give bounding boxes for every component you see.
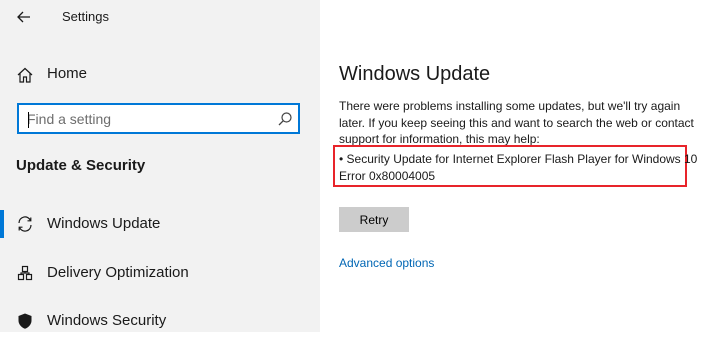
message-line: later. If you keep seeing this and want …	[339, 115, 694, 130]
page-title: Windows Update	[339, 63, 491, 85]
app-title: Settings	[62, 9, 109, 24]
sidebar-item-delivery-optimization[interactable]: Delivery Optimization	[0, 255, 320, 291]
shield-icon	[18, 313, 32, 329]
message-line: There were problems installing some upda…	[339, 99, 681, 113]
search-box[interactable]	[17, 103, 300, 134]
sidebar-item-label: Windows Update	[47, 215, 161, 232]
home-icon	[17, 67, 33, 83]
sidebar-item-label: Home	[47, 65, 88, 82]
failed-update-name: • Security Update for Internet Explorer …	[339, 152, 698, 166]
search-input[interactable]	[27, 109, 267, 129]
back-button[interactable]	[8, 2, 40, 32]
active-indicator	[0, 210, 4, 238]
section-title: Update & Security	[16, 157, 146, 174]
sidebar-item-home[interactable]: Home	[0, 58, 320, 90]
error-code: Error 0x80004005	[339, 169, 436, 183]
sidebar-item-windows-security[interactable]: Windows Security	[0, 303, 320, 339]
sidebar-item-windows-update[interactable]: Windows Update	[0, 206, 320, 242]
search-icon[interactable]	[277, 111, 293, 127]
sidebar-item-label: Windows Security	[47, 312, 167, 329]
sync-icon	[18, 216, 32, 232]
sidebar: Settings Home Update & Security Windows …	[0, 0, 320, 332]
main-content: Windows Update There were problems insta…	[320, 0, 705, 332]
update-error-message: There were problems installing some upda…	[339, 98, 699, 148]
sidebar-item-label: Delivery Optimization	[47, 264, 189, 281]
retry-button[interactable]: Retry	[339, 207, 409, 232]
advanced-options-link[interactable]: Advanced options	[339, 256, 434, 270]
back-arrow-icon	[17, 11, 30, 23]
text-caret	[28, 112, 29, 128]
delivery-optimization-icon	[17, 265, 33, 281]
